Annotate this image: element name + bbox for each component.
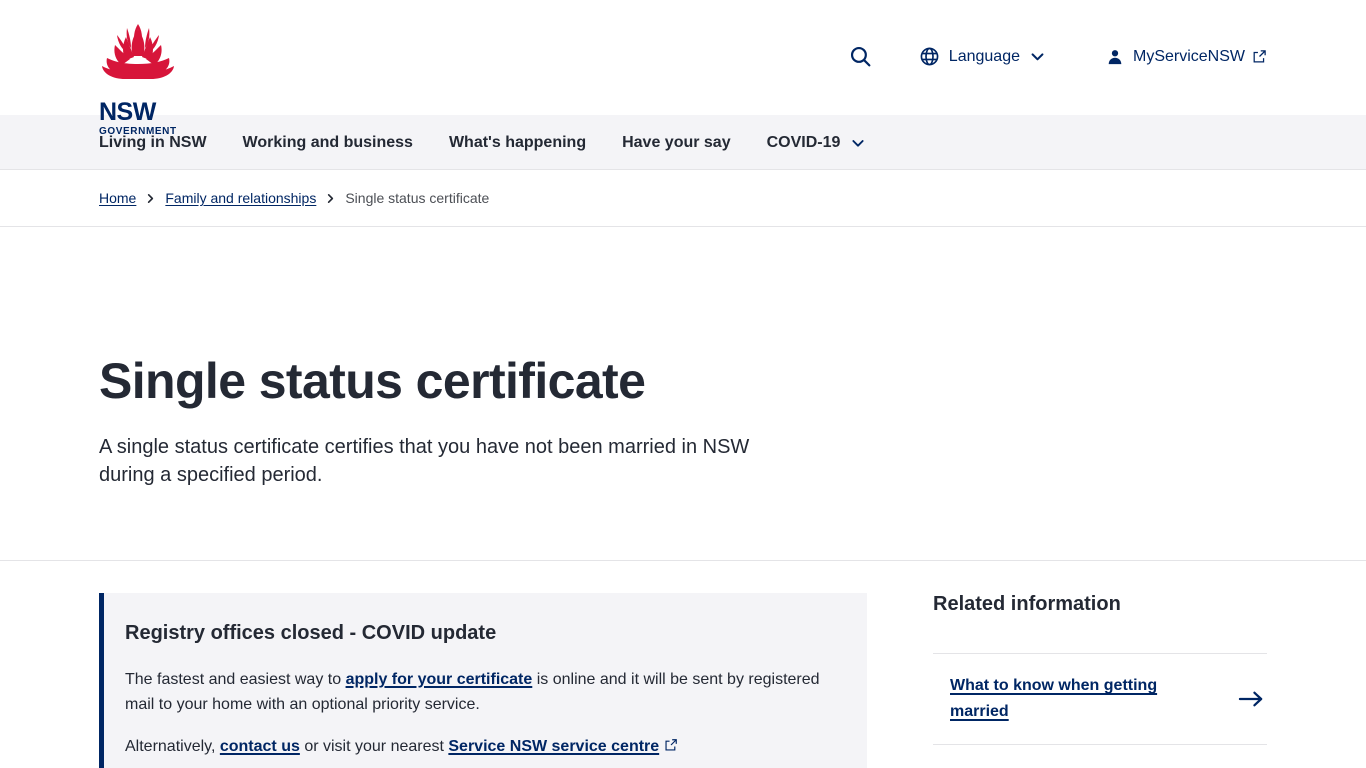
nav-item-label: Working and business <box>242 134 413 151</box>
header-tools: Language MyServiceNSW <box>848 38 1267 77</box>
search-icon <box>848 44 873 69</box>
globe-icon <box>919 46 940 67</box>
myservicensw-link[interactable]: MyServiceNSW <box>1106 42 1267 72</box>
breadcrumb-item-home[interactable]: Home <box>99 190 136 206</box>
main-navigation: Living in NSW Working and business What'… <box>0 115 1366 170</box>
chevron-right-icon <box>325 193 336 204</box>
nav-item-label: Have your say <box>622 134 731 151</box>
callout-title: Registry offices closed - COVID update <box>125 622 497 644</box>
external-link-icon <box>1252 49 1267 64</box>
related-item-label: Relationship register <box>950 764 1109 768</box>
content-section: Registry offices closed - COVID update T… <box>0 561 1366 768</box>
external-link-icon <box>664 738 678 752</box>
chevron-down-icon <box>1029 48 1046 65</box>
page-title: Single status certificate <box>99 353 646 409</box>
service-nsw-service-centre-link[interactable]: Service NSW service centre <box>448 738 659 755</box>
nav-item-label: COVID-19 <box>766 134 841 151</box>
apply-for-your-certificate-link[interactable]: apply for your certificate <box>346 671 533 688</box>
callout-paragraph-1: The fastest and easiest way to apply for… <box>125 668 837 718</box>
nav-item-living-in-nsw[interactable]: Living in NSW <box>99 115 207 170</box>
chevron-right-icon <box>145 193 156 204</box>
related-item-relationship-register[interactable]: Relationship register <box>933 745 1267 768</box>
arrow-right-icon <box>1238 689 1265 709</box>
breadcrumb-item-current: Single status certificate <box>345 190 490 206</box>
nav-item-whats-happening[interactable]: What's happening <box>449 115 586 170</box>
nsw-government-logo[interactable]: NSW GOVERNMENT <box>99 14 177 136</box>
contact-us-link[interactable]: contact us <box>220 738 300 755</box>
related-item-what-to-know-when-getting-married[interactable]: What to know when getting married <box>933 654 1267 746</box>
person-icon <box>1106 48 1124 66</box>
nav-item-covid-19[interactable]: COVID-19 <box>767 115 867 170</box>
search-button[interactable] <box>848 38 873 75</box>
nav-item-label: What's happening <box>448 134 587 151</box>
related-information-list: What to know when getting married Relati… <box>933 653 1267 768</box>
site-header: NSW GOVERNMENT Language MyServiceNSW <box>0 0 1366 136</box>
callout-p1-before: The fastest and easiest way to <box>125 671 346 688</box>
breadcrumb-item-family-and-relationships[interactable]: Family and relationships <box>165 190 316 206</box>
main-column: Registry offices closed - COVID update T… <box>99 593 867 768</box>
callout-p2-before: Alternatively, <box>125 737 220 755</box>
nav-item-label: Living in NSW <box>99 134 207 151</box>
language-selector[interactable]: Language <box>919 40 1046 73</box>
callout-p2-middle: or visit your nearest <box>299 737 449 755</box>
nav-item-working-and-business[interactable]: Working and business <box>243 115 413 170</box>
language-label: Language <box>948 47 1020 65</box>
related-item-label: What to know when getting married <box>950 677 1158 720</box>
nav-item-have-your-say[interactable]: Have your say <box>622 115 731 170</box>
related-information-title: Related information <box>933 593 1121 615</box>
related-information-sidebar: Related information What to know when ge… <box>933 593 1267 768</box>
page-intro: A single status certificate certifies th… <box>99 436 750 486</box>
chevron-down-icon <box>850 135 866 151</box>
breadcrumb: Home Family and relationships Single sta… <box>0 170 1366 227</box>
hero-section: Single status certificate A single statu… <box>0 227 1366 561</box>
waratah-icon <box>102 23 174 79</box>
page-root: NSW GOVERNMENT Language MyServiceNSW Liv… <box>0 0 1366 768</box>
covid-callout: Registry offices closed - COVID update T… <box>99 593 867 768</box>
callout-paragraph-2: Alternatively, contact us or visit your … <box>125 735 837 760</box>
myservicensw-label: MyServiceNSW <box>1132 47 1245 65</box>
